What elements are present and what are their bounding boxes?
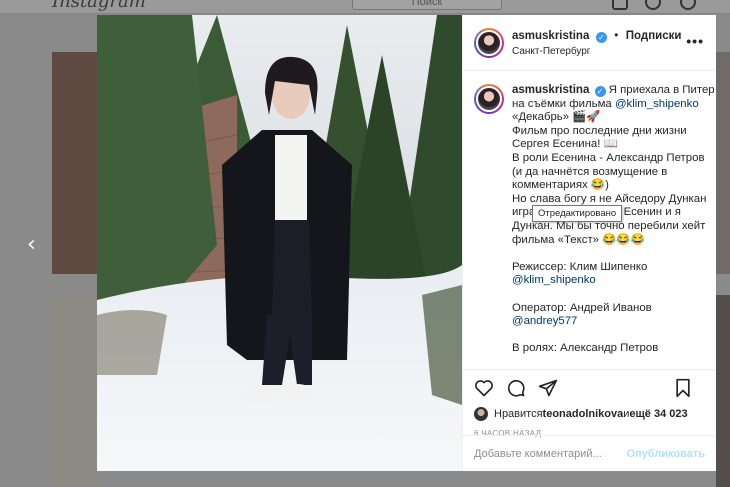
- separator-dot: •: [614, 29, 619, 42]
- caption-line: комментариях 😂): [512, 179, 609, 192]
- caption-line: «Декабрь» 🎬🚀: [512, 111, 601, 124]
- post-actions: Нравится teonadolnikova и ещё 34 023 6 Ч…: [463, 369, 716, 438]
- likes-user-link[interactable]: teonadolnikova: [543, 408, 624, 420]
- caption-line: Оператор: Андрей Иванов: [512, 301, 652, 314]
- grid-thumbnail[interactable]: [716, 295, 730, 487]
- avatar[interactable]: [474, 27, 504, 58]
- grid-thumbnail[interactable]: [716, 52, 730, 274]
- grid-thumbnail[interactable]: [52, 52, 97, 274]
- comment-input[interactable]: [474, 447, 627, 460]
- verified-icon: ✓: [595, 31, 607, 43]
- location-link[interactable]: Санкт-Петербург: [512, 44, 681, 59]
- likes-summary: Нравится teonadolnikova и ещё 34 023: [474, 406, 705, 422]
- search-box[interactable]: Поиск: [352, 0, 502, 10]
- publish-button[interactable]: Опубликовать: [626, 448, 705, 460]
- avatar[interactable]: [474, 407, 488, 421]
- share-icon[interactable]: [538, 378, 558, 398]
- caption-line: (и да начнётся возмущение в: [512, 165, 668, 178]
- post-photo[interactable]: [97, 15, 462, 471]
- likes-count-link[interactable]: ещё 34 023: [629, 408, 687, 420]
- verified-icon: ✓: [594, 86, 606, 97]
- username-link[interactable]: asmuskristina: [512, 84, 589, 96]
- mention-link[interactable]: @andrey577: [512, 315, 697, 329]
- home-icon[interactable]: [612, 0, 628, 10]
- bookmark-icon[interactable]: [673, 378, 693, 398]
- direct-icon[interactable]: [645, 0, 661, 10]
- caption-line: Фильм про последние дни жизни: [512, 124, 687, 137]
- more-icon[interactable]: •••: [686, 33, 704, 49]
- mention-link[interactable]: @klim_shipenko: [615, 98, 699, 110]
- post-header: asmuskristina ✓ • Подписки Санкт-Петербу…: [463, 15, 716, 71]
- caption-line: на съёмки фильма: [512, 97, 615, 110]
- mention-link[interactable]: @klim_shipenko: [512, 274, 697, 288]
- post-image: [97, 15, 462, 471]
- instagram-logo[interactable]: Instagram: [52, 0, 146, 12]
- caption-line: Я приехала в Питер: [608, 84, 715, 96]
- explore-icon[interactable]: [680, 0, 696, 10]
- post-sidebar: asmuskristina ✓ • Подписки Санкт-Петербу…: [462, 15, 716, 471]
- background-header: Instagram Поиск: [0, 0, 730, 14]
- avatar[interactable]: [474, 84, 504, 114]
- following-button[interactable]: Подписки: [626, 30, 682, 42]
- username-link[interactable]: asmuskristina: [512, 30, 589, 42]
- comment-form: Опубликовать: [463, 435, 716, 471]
- caption-line: фильма «Текст» 😂😂😂: [512, 233, 645, 246]
- chevron-left-icon[interactable]: ‹: [27, 232, 36, 257]
- grid-thumbnail[interactable]: [52, 295, 97, 487]
- caption-line: Режиссер: Клим Шипенко: [512, 260, 648, 273]
- caption-text: asmuskristina ✓ Я приехала в Питер на съ…: [512, 84, 715, 369]
- edited-tooltip: Отредактировано: [532, 205, 623, 222]
- caption-line: В роли Есенина - Александр Петров: [512, 151, 705, 164]
- caption-line: Сергея Есенина! 📖: [512, 138, 618, 151]
- comment-icon[interactable]: [506, 378, 526, 398]
- caption-line: В ролях: Александр Петров: [512, 342, 659, 355]
- likes-prefix: Нравится: [494, 408, 543, 420]
- heart-icon[interactable]: [474, 378, 494, 398]
- post-modal: asmuskristina ✓ • Подписки Санкт-Петербу…: [97, 15, 716, 471]
